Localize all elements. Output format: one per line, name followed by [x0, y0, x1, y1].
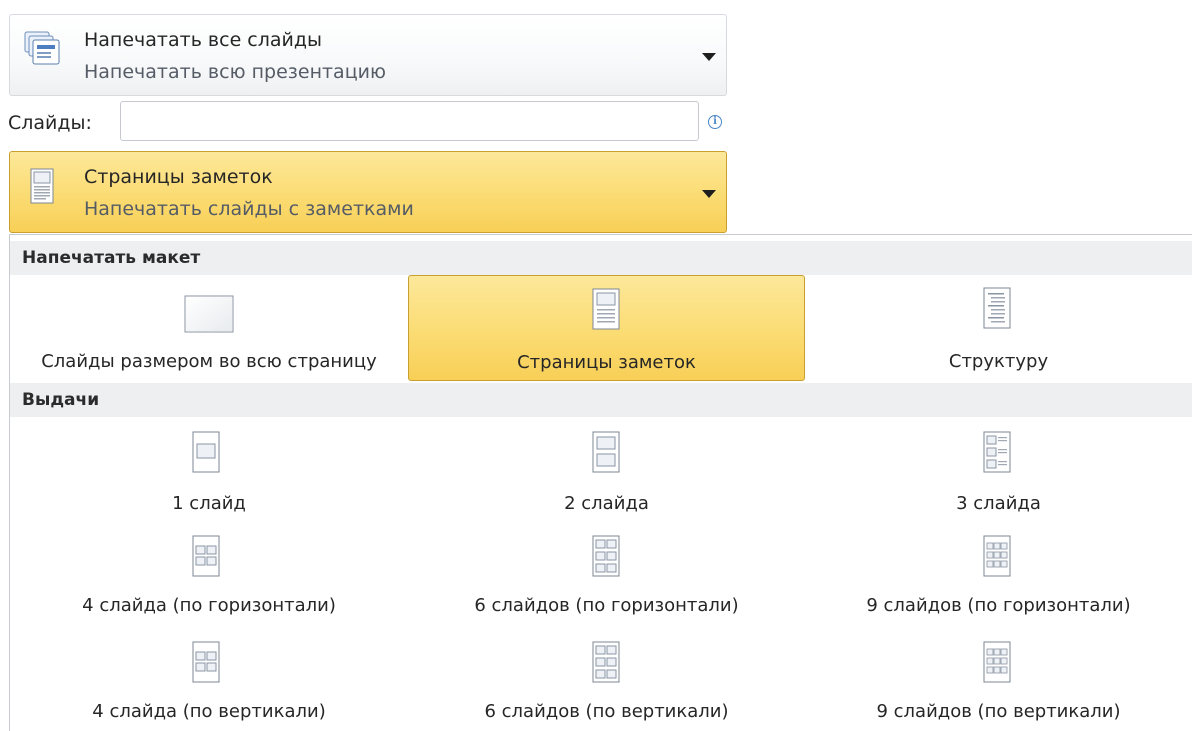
- dropdown-subtitle: Напечатать всю презентацию: [84, 61, 386, 83]
- handout-9-horizontal-icon: [983, 535, 1011, 577]
- handout-option-2[interactable]: 2 слайда: [408, 419, 805, 519]
- handout-option-label: 1 слайд: [172, 493, 246, 514]
- notes-page-icon: [592, 288, 620, 330]
- handout-option-6-horizontal[interactable]: 6 слайдов (по горизонтали): [408, 525, 805, 625]
- info-icon[interactable]: i: [708, 115, 722, 129]
- handout-option-label: 4 слайда (по горизонтали): [82, 595, 336, 616]
- handout-option-label: 6 слайдов (по вертикали): [484, 701, 729, 722]
- notes-page-icon: [30, 168, 54, 204]
- handout-option-label: 9 слайдов (по горизонтали): [866, 595, 1131, 616]
- dropdown-title: Страницы заметок: [84, 166, 273, 188]
- handout-option-6-vertical[interactable]: 6 слайдов (по вертикали): [408, 631, 805, 731]
- slides-stack-icon: [24, 31, 60, 65]
- handout-9-vertical-icon: [983, 641, 1011, 683]
- handout-option-4-vertical[interactable]: 4 слайда (по вертикали): [10, 631, 408, 731]
- handout-4-vertical-icon: [192, 641, 220, 683]
- print-layout-gallery: Напечатать макет Слайды размером во всю …: [9, 234, 1192, 731]
- layout-option-label: Страницы заметок: [517, 352, 696, 373]
- handout-option-3[interactable]: 3 слайда: [805, 419, 1192, 519]
- section-header-handouts: Выдачи: [10, 383, 1192, 417]
- layout-option-notes-pages[interactable]: Страницы заметок: [408, 275, 805, 381]
- dropdown-title: Напечатать все слайды: [84, 29, 323, 51]
- handout-4-horizontal-icon: [192, 535, 220, 577]
- slides-label: Слайды:: [8, 112, 92, 134]
- layout-option-label: Слайды размером во всю страницу: [41, 351, 377, 372]
- handout-1-icon: [192, 431, 220, 473]
- chevron-down-icon: [702, 53, 716, 61]
- full-page-slide-icon: [184, 295, 234, 333]
- handout-option-label: 3 слайда: [956, 493, 1041, 514]
- section-header-print-layout: Напечатать макет: [10, 241, 1192, 275]
- print-layout-dropdown[interactable]: Страницы заметок Напечатать слайды с зам…: [9, 151, 727, 233]
- handout-option-9-horizontal[interactable]: 9 слайдов (по горизонтали): [805, 525, 1192, 625]
- handout-option-1[interactable]: 1 слайд: [10, 419, 408, 519]
- outline-icon: [983, 287, 1011, 329]
- layout-option-full-page[interactable]: Слайды размером во всю страницу: [10, 275, 408, 379]
- handout-6-vertical-icon: [592, 641, 620, 683]
- print-slides-dropdown[interactable]: Напечатать все слайды Напечатать всю пре…: [9, 14, 727, 96]
- layout-option-label: Структуру: [948, 351, 1049, 372]
- handout-option-9-vertical[interactable]: 9 слайдов (по вертикали): [805, 631, 1192, 731]
- handout-option-label: 4 слайда (по вертикали): [92, 701, 326, 722]
- handout-option-4-horizontal[interactable]: 4 слайда (по горизонтали): [10, 525, 408, 625]
- chevron-down-icon: [702, 190, 716, 198]
- handout-option-label: 2 слайда: [564, 493, 649, 514]
- handout-6-horizontal-icon: [592, 535, 620, 577]
- handout-option-label: 6 слайдов (по горизонтали): [474, 595, 739, 616]
- dropdown-subtitle: Напечатать слайды с заметками: [84, 198, 414, 220]
- handout-option-label: 9 слайдов (по вертикали): [876, 701, 1121, 722]
- handout-3-icon: [983, 431, 1011, 473]
- layout-option-outline[interactable]: Структуру: [805, 275, 1192, 379]
- handout-2-icon: [592, 431, 620, 473]
- slides-range-input[interactable]: [120, 101, 699, 141]
